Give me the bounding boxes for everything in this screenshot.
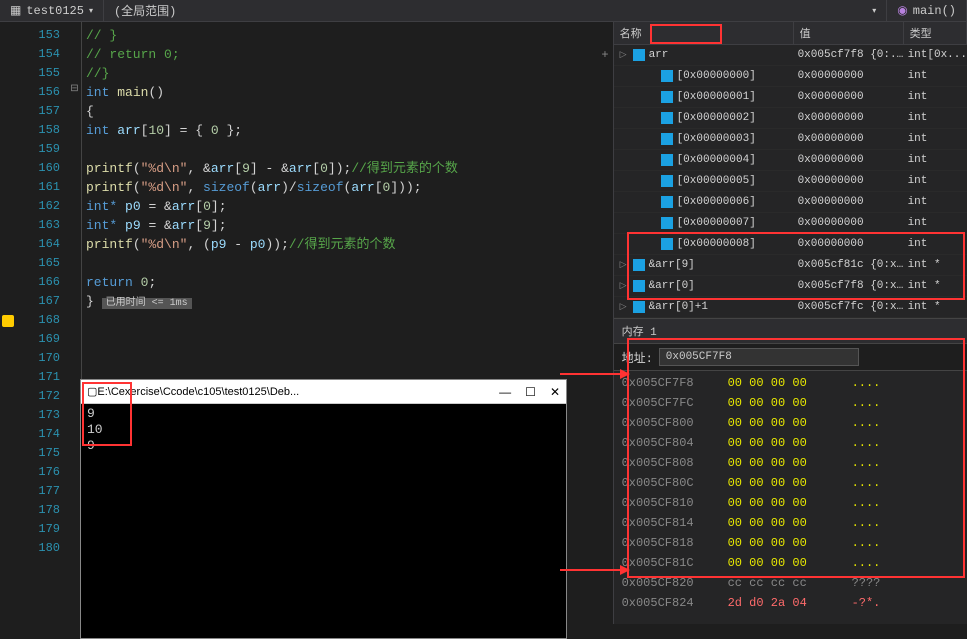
tab-function[interactable]: ◉main() (887, 0, 967, 21)
memory-row: 0x005CF8242d d0 2a 04-?*. (622, 593, 959, 613)
memory-row: 0x005CF80400 00 00 00.... (622, 433, 959, 453)
memory-address-bar: 地址: (614, 344, 967, 371)
memory-row: 0x005CF80000 00 00 00.... (622, 413, 959, 433)
memory-row: 0x005CF81400 00 00 00.... (622, 513, 959, 533)
watch-row[interactable]: [0x00000006]0x00000000int (614, 192, 967, 213)
variable-icon (661, 154, 673, 166)
chevron-down-icon: ▾ (89, 6, 93, 16)
col-type[interactable]: 类型 (904, 22, 967, 44)
console-window[interactable]: ▢ E:\Cexercise\Ccode\c105\test0125\Deb..… (80, 379, 567, 639)
minimize-button[interactable]: — (499, 385, 511, 399)
variable-icon (633, 280, 645, 292)
memory-row: 0x005CF81C00 00 00 00.... (622, 553, 959, 573)
col-name[interactable]: 名称 (614, 22, 794, 44)
watch-row[interactable]: [0x00000005]0x00000000int (614, 171, 967, 192)
memory-row: 0x005CF7FC00 00 00 00.... (622, 393, 959, 413)
chevron-down-icon: ▾ (872, 6, 876, 16)
console-titlebar[interactable]: ▢ E:\Cexercise\Ccode\c105\test0125\Deb..… (81, 380, 566, 404)
breadcrumb-bar: ▦test0125▾ (全局范围)▾ ◉main() (0, 0, 967, 22)
variable-icon (661, 238, 673, 250)
watch-row[interactable]: ▷&arr[0]+10x005cf7fc {0:x...int * (614, 297, 967, 318)
variable-icon (661, 112, 673, 124)
watch-row[interactable]: ▷&arr[0]0x005cf7f8 {0:x...int * (614, 276, 967, 297)
variable-icon (661, 91, 673, 103)
variable-icon (661, 217, 673, 229)
memory-address-input[interactable] (659, 348, 859, 366)
variable-icon (633, 259, 645, 271)
variable-icon (633, 301, 645, 313)
watch-row[interactable]: [0x00000004]0x00000000int (614, 150, 967, 171)
watch-header: 名称 值 类型 (614, 22, 967, 45)
console-output: 9109 (81, 404, 566, 456)
watch-row[interactable]: [0x00000007]0x00000000int (614, 213, 967, 234)
breakpoint-marker[interactable] (2, 315, 14, 327)
variable-icon (661, 70, 673, 82)
memory-addr-label: 地址: (622, 349, 653, 366)
console-icon: ▢ (87, 385, 97, 398)
memory-row: 0x005CF81000 00 00 00.... (622, 493, 959, 513)
variable-icon (661, 133, 673, 145)
col-value[interactable]: 值 (794, 22, 904, 44)
watch-row[interactable]: [0x00000002]0x00000000int (614, 108, 967, 129)
plus-icon[interactable]: + (601, 48, 608, 62)
close-button[interactable]: ✕ (550, 385, 560, 399)
memory-row: 0x005CF80800 00 00 00.... (622, 453, 959, 473)
watch-row[interactable]: [0x00000001]0x00000000int (614, 87, 967, 108)
maximize-button[interactable]: ☐ (525, 385, 536, 399)
variable-icon (661, 175, 673, 187)
watch-row[interactable]: ▷&arr[9]0x005cf81c {0:x...int * (614, 255, 967, 276)
memory-row: 0x005CF7F800 00 00 00.... (622, 373, 959, 393)
memory-view[interactable]: 0x005CF7F800 00 00 00....0x005CF7FC00 00… (614, 371, 967, 624)
variable-icon (661, 196, 673, 208)
memory-title: 内存 1 (614, 318, 967, 344)
watch-row[interactable]: ▷arr0x005cf7f8 {0:...int[0x... (614, 45, 967, 66)
watch-row[interactable]: [0x00000003]0x00000000int (614, 129, 967, 150)
watch-panel[interactable]: ▷arr0x005cf7f8 {0:...int[0x...[0x0000000… (614, 45, 967, 318)
watch-row[interactable]: [0x00000008]0x00000000int (614, 234, 967, 255)
memory-row: 0x005CF80C00 00 00 00.... (622, 473, 959, 493)
watch-row[interactable]: [0x00000000]0x00000000int (614, 66, 967, 87)
console-title-text: E:\Cexercise\Ccode\c105\test0125\Deb... (97, 386, 499, 398)
tab-file[interactable]: ▦test0125▾ (0, 0, 104, 21)
memory-row: 0x005CF820cc cc cc cc???? (622, 573, 959, 593)
tab-scope[interactable]: (全局范围)▾ (104, 0, 887, 21)
variable-icon (633, 49, 645, 61)
memory-row: 0x005CF81800 00 00 00.... (622, 533, 959, 553)
